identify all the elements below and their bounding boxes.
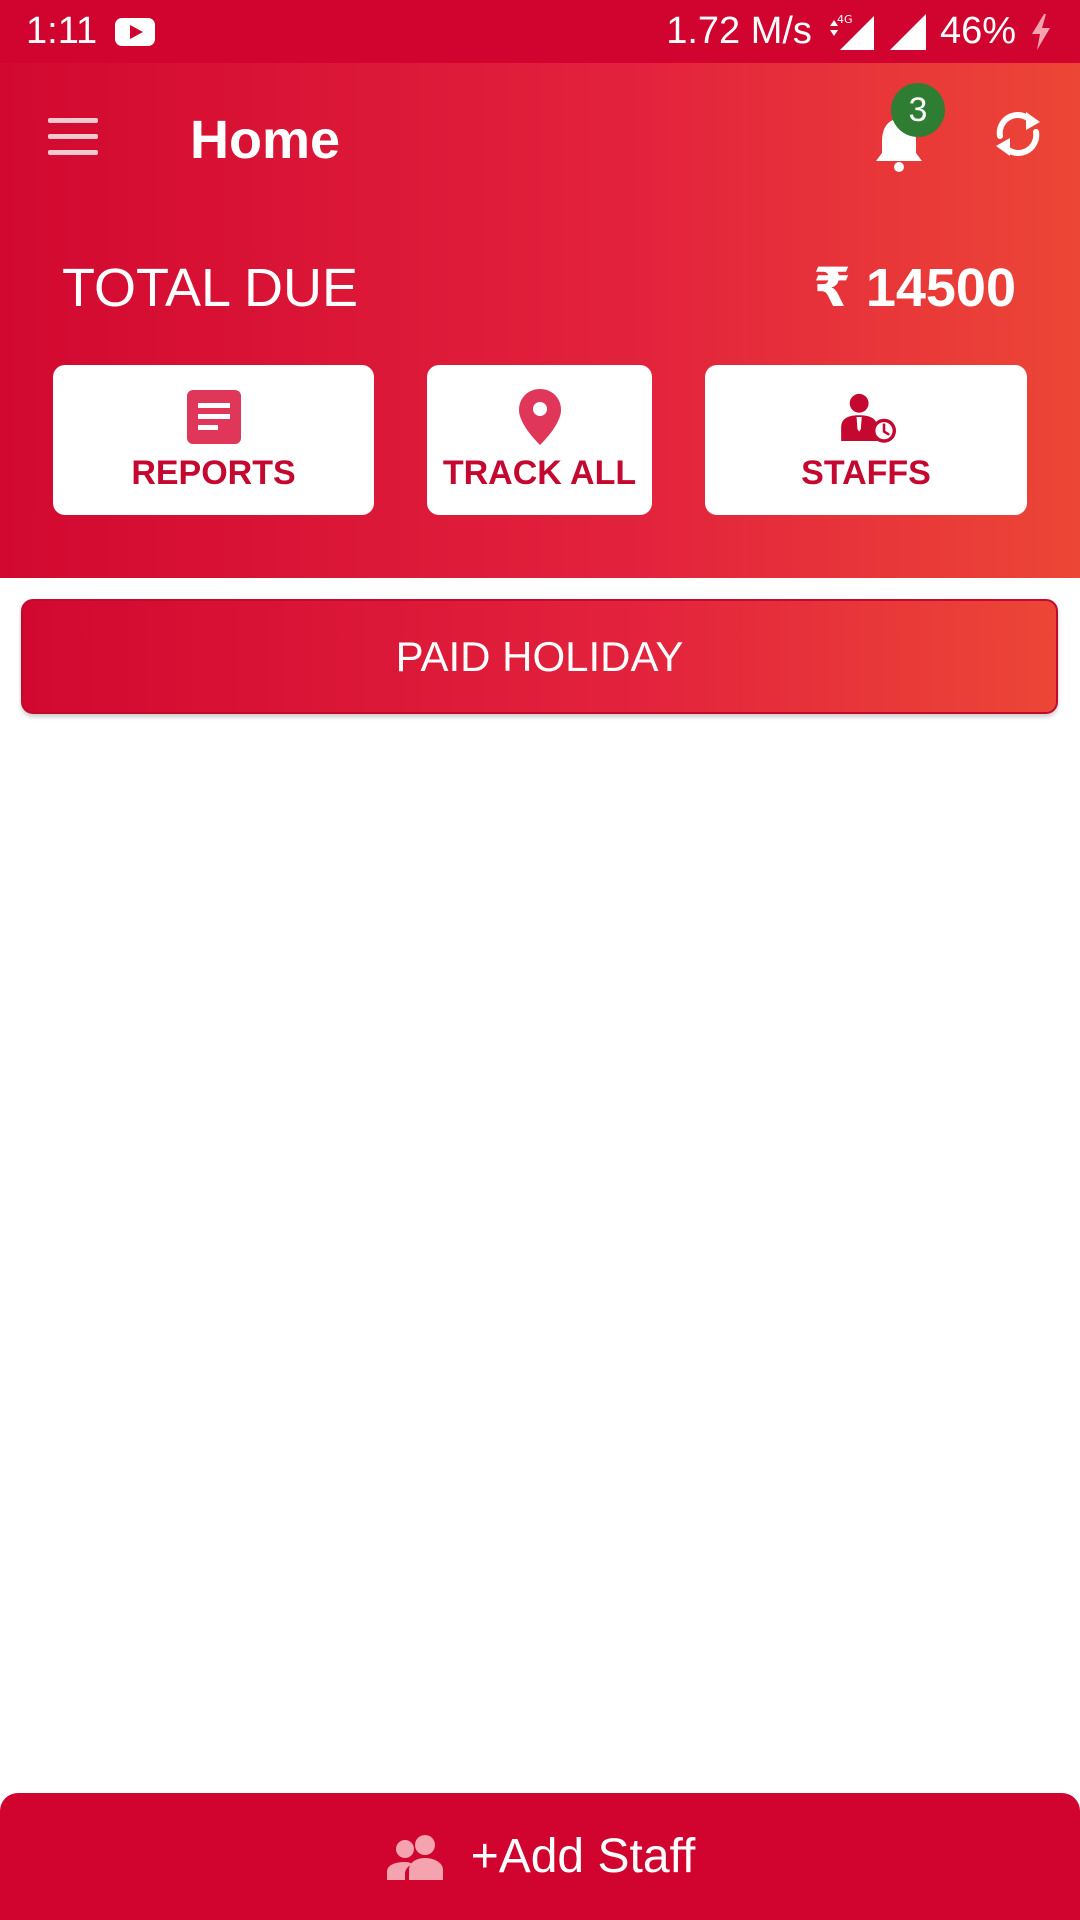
- signal-icon: [889, 13, 926, 50]
- reports-button[interactable]: REPORTS: [53, 365, 374, 515]
- charging-icon: [1032, 13, 1050, 50]
- page-title: Home: [190, 110, 341, 170]
- total-due-amount: ₹ 14500: [813, 258, 1016, 318]
- add-staff-button[interactable]: +Add Staff: [0, 1793, 1080, 1920]
- add-staff-label: +Add Staff: [470, 1830, 696, 1883]
- location-pin-icon: [518, 389, 561, 445]
- menu-icon[interactable]: [48, 118, 98, 158]
- network-speed: 1.72 M/s: [666, 10, 812, 52]
- signal-4g-icon: 4G: [829, 13, 874, 50]
- report-icon: [186, 390, 241, 444]
- youtube-icon: [115, 17, 156, 46]
- status-left: 1:11: [26, 10, 156, 53]
- total-due-label: TOTAL DUE: [62, 258, 359, 318]
- staffs-label: STAFFS: [801, 454, 931, 492]
- track-all-label: TRACK ALL: [442, 454, 637, 492]
- paid-holiday-button[interactable]: PAID HOLIDAY: [21, 599, 1058, 714]
- app-header: Home 3 TOTAL DUE ₹ 14500 REPORTS TRACK A…: [0, 63, 1080, 578]
- staff-clock-icon: [841, 393, 896, 443]
- reports-label: REPORTS: [131, 454, 296, 492]
- group-icon: [386, 1834, 443, 1880]
- refresh-icon[interactable]: [990, 106, 1046, 162]
- staffs-button[interactable]: STAFFS: [705, 365, 1027, 515]
- status-bar: 1:11 1.72 M/s 4G 46%: [0, 0, 1080, 63]
- battery-percent: 46%: [939, 10, 1016, 52]
- notification-badge: 3: [891, 83, 945, 137]
- status-time: 1:11: [26, 10, 98, 52]
- network-type: 4G: [837, 13, 853, 26]
- status-right: 1.72 M/s 4G 46%: [666, 10, 1054, 53]
- track-all-button[interactable]: TRACK ALL: [427, 365, 652, 515]
